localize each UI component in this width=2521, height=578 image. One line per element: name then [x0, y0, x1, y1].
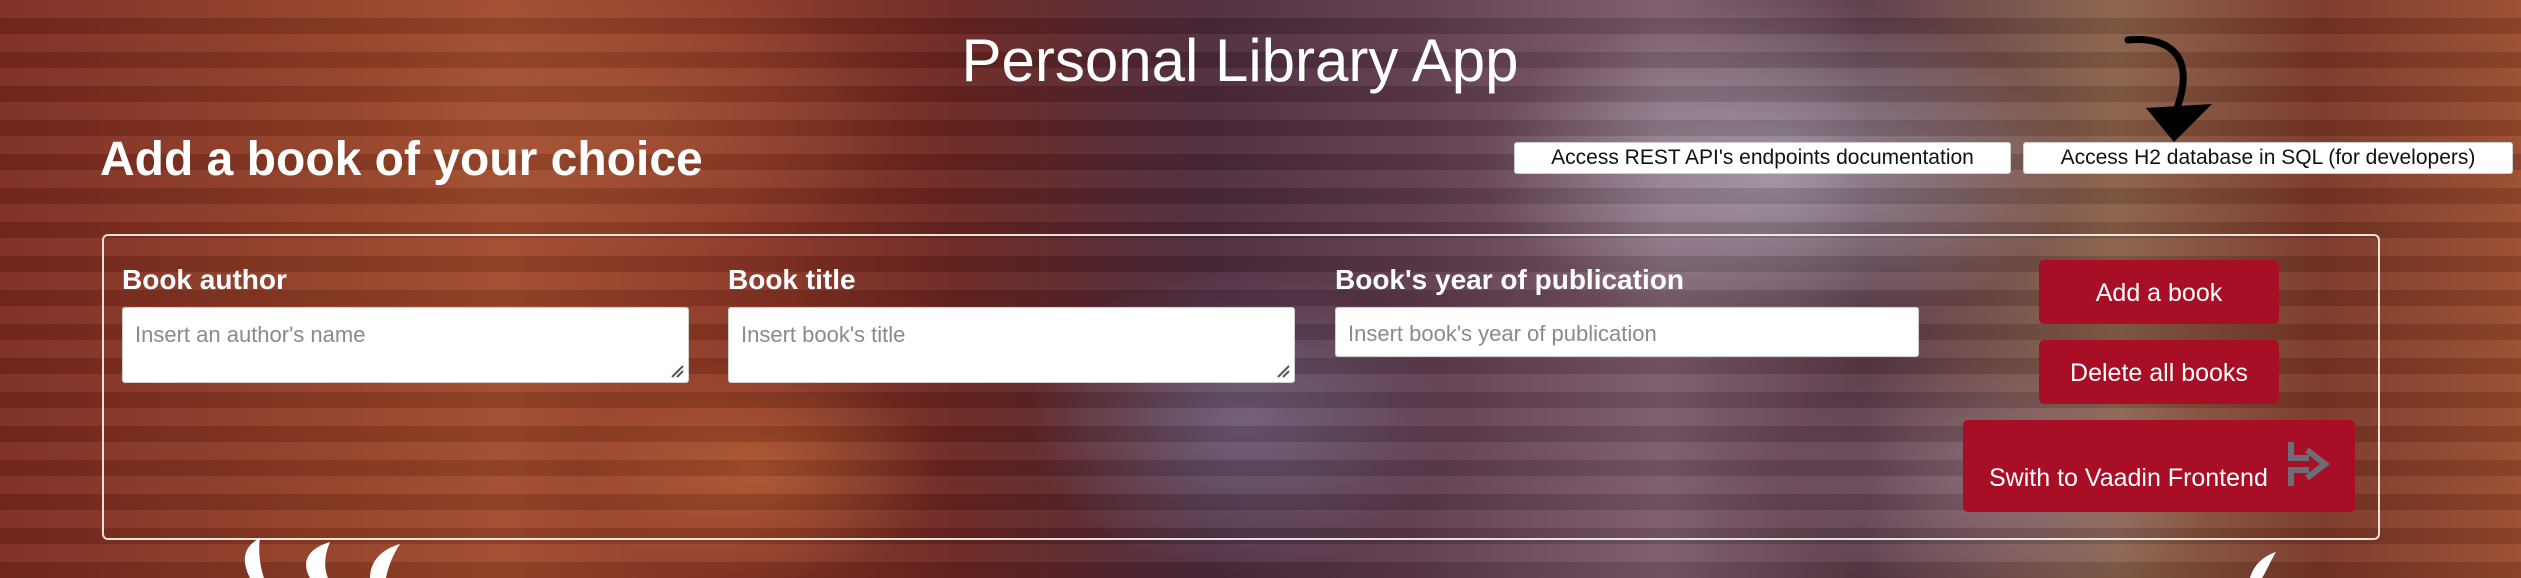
h2-database-button[interactable]: Access H2 database in SQL (for developer…: [2023, 142, 2513, 174]
rest-api-docs-button[interactable]: Access REST API's endpoints documentatio…: [1514, 142, 2011, 174]
app-title: Personal Library App: [961, 27, 1519, 94]
author-input[interactable]: Insert an author's name: [122, 307, 689, 383]
year-placeholder: Insert book's year of publication: [1348, 321, 1657, 346]
curved-arrow-down-icon: [2124, 36, 2212, 142]
title-placeholder: Insert book's title: [741, 322, 906, 347]
decorative-leaves: [244, 538, 400, 578]
year-label: Book's year of publication: [1335, 264, 1684, 295]
decorative-leaf: [2250, 552, 2276, 578]
author-label: Book author: [122, 264, 287, 295]
switch-vaadin-button[interactable]: Swith to Vaadin Frontend: [1963, 420, 2355, 512]
year-input[interactable]: Insert book's year of publication: [1335, 307, 1919, 357]
section-title: Add a book of your choice: [100, 133, 703, 186]
resize-grip-icon[interactable]: [1276, 364, 1290, 378]
switch-vaadin-label: Swith to Vaadin Frontend: [1989, 464, 2268, 492]
add-book-button[interactable]: Add a book: [2039, 260, 2279, 324]
title-label: Book title: [728, 264, 856, 295]
author-placeholder: Insert an author's name: [135, 322, 366, 347]
resize-grip-icon[interactable]: [670, 364, 684, 378]
vaadin-logo-icon: [2288, 442, 2330, 486]
delete-all-books-button[interactable]: Delete all books: [2039, 340, 2279, 404]
title-input[interactable]: Insert book's title: [728, 307, 1295, 383]
